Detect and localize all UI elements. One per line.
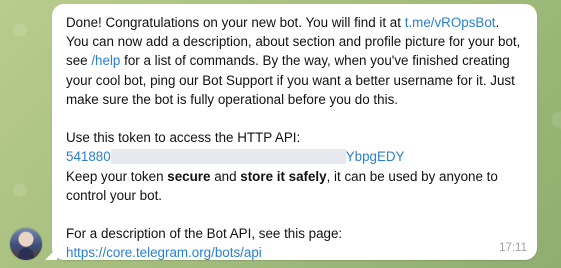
token-redaction <box>110 149 346 165</box>
api-intro: For a description of the Bot API, see th… <box>66 226 343 242</box>
token-end: YbpgEDY <box>345 149 405 165</box>
warning-and: and <box>214 168 237 184</box>
api-token[interactable]: 541880 YbpgEDY <box>66 147 405 166</box>
token-warning: Keep your token secure and store it safe… <box>66 167 524 205</box>
bot-link[interactable]: t.me/vROpsBot <box>405 15 496 30</box>
warning-prefix: Keep your token <box>66 168 164 184</box>
warning-secure: secure <box>167 168 211 184</box>
api-docs-link[interactable]: https://core.telegram.org/bots/api <box>66 245 262 260</box>
token-start: 541880 <box>66 149 111 165</box>
api-line: https://core.telegram.org/bots/api <box>66 243 524 262</box>
help-command-link[interactable]: /help <box>91 53 120 68</box>
token-intro: Use this token to access the HTTP API: <box>66 130 301 146</box>
token-line: 541880 YbpgEDY <box>66 147 524 166</box>
support-text: for a list of commands. By the way, when… <box>66 53 515 107</box>
message-paragraph-intro: Done! Congratulations on your new bot. Y… <box>66 13 524 109</box>
message-bubble[interactable]: Done! Congratulations on your new bot. Y… <box>52 4 537 260</box>
sender-avatar[interactable] <box>10 228 42 260</box>
message-timestamp: 17:11 <box>499 242 527 254</box>
intro-text: Done! Congratulations on your new bot. Y… <box>66 15 401 30</box>
message-text: Done! Congratulations on your new bot. Y… <box>66 13 524 263</box>
warning-store: store it safely <box>240 168 327 184</box>
